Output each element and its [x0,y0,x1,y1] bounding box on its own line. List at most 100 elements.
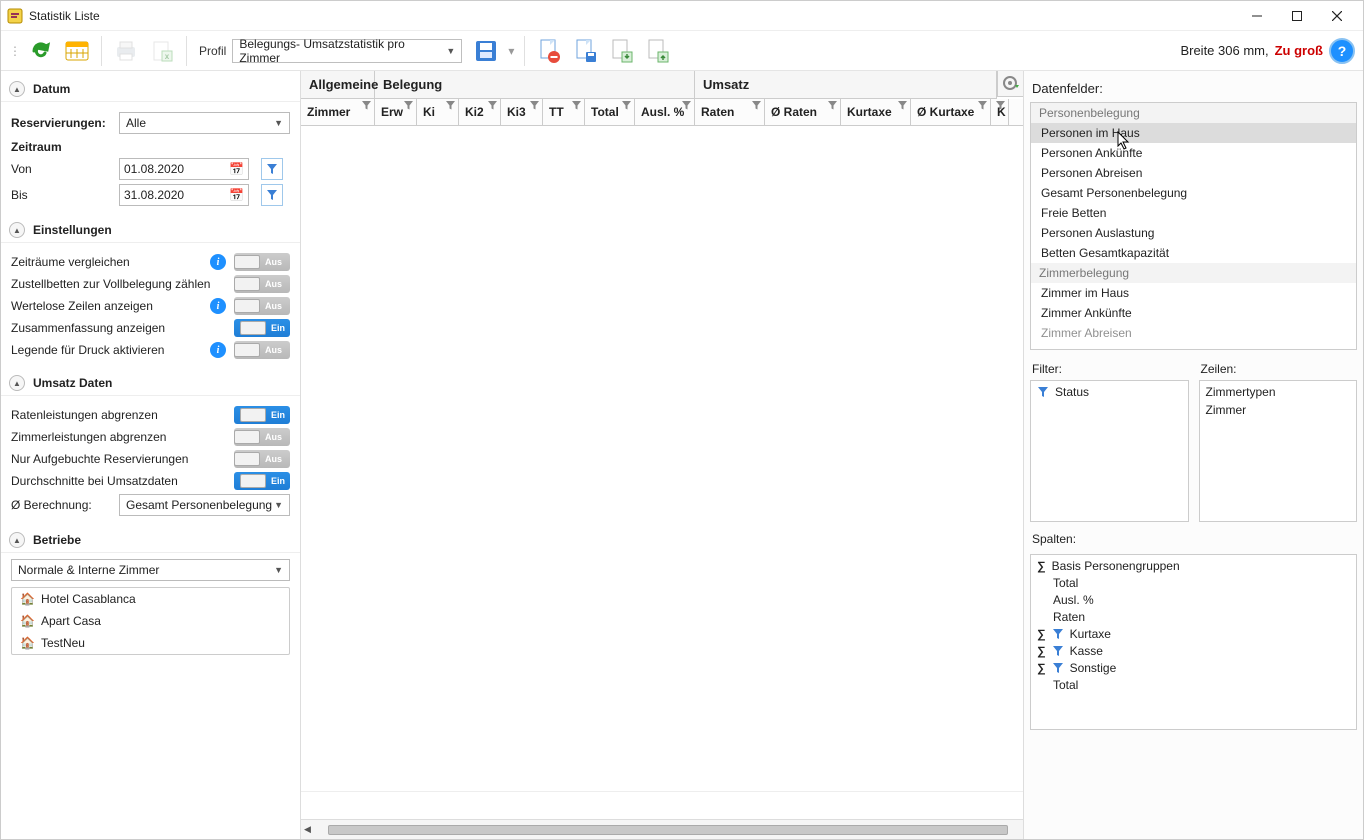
bis-filter-button[interactable] [261,184,283,206]
toggle-durch[interactable]: Ein [234,472,290,490]
list-item[interactable]: Zimmer Abreisen [1031,323,1356,343]
zeilen-box[interactable]: Zimmertypen Zimmer [1199,380,1358,522]
spalten-item[interactable]: Total [1037,576,1350,590]
list-item[interactable]: Gesamt Personenbelegung [1031,183,1356,203]
profile-label: Profil [199,44,226,58]
nullber-select[interactable]: Gesamt Personenbelegung▼ [119,494,290,516]
collapse-button[interactable]: ▲ [9,375,25,391]
company-item[interactable]: 🏠TestNeu [12,632,289,654]
toggle-zimmerleist[interactable]: Aus [234,428,290,446]
refresh-button[interactable] [25,35,57,67]
collapse-button[interactable]: ▲ [9,81,25,97]
list-item[interactable]: Zimmertypen [1206,385,1351,399]
column-header[interactable]: Total [585,99,635,125]
maximize-button[interactable] [1277,3,1317,29]
collapse-button[interactable]: ▲ [9,532,25,548]
column-header[interactable]: Ki [417,99,459,125]
von-input[interactable]: 01.08.2020📅 [119,158,249,180]
datenfelder-label: Datenfelder: [1030,77,1357,102]
spalten-item[interactable]: ∑Basis Personengruppen [1037,559,1350,573]
chevron-down-icon: ▼ [446,46,455,56]
bis-label: Bis [11,188,111,202]
filter-box[interactable]: Status [1030,380,1189,522]
page-save-button[interactable] [569,35,601,67]
company-item[interactable]: 🏠Apart Casa [12,610,289,632]
von-filter-button[interactable] [261,158,283,180]
list-item[interactable]: Betten Gesamtkapazität [1031,243,1356,263]
info-icon[interactable]: i [210,254,226,270]
page-import-button[interactable] [605,35,637,67]
column-header[interactable]: Ki2 [459,99,501,125]
toggle-zusammen[interactable]: Ein [234,319,290,337]
toggle-zustell[interactable]: Aus [234,275,290,293]
setting-label: Zimmerleistungen abgrenzen [11,430,226,444]
column-header[interactable]: Ø Raten [765,99,841,125]
list-item[interactable]: Personen Auslastung [1031,223,1356,243]
page-export-button[interactable] [641,35,673,67]
toggle-raten[interactable]: Ein [234,406,290,424]
nullber-label: Ø Berechnung: [11,498,111,512]
column-header[interactable]: K [991,99,1009,125]
list-item[interactable]: Personen Ankünfte [1031,143,1356,163]
calendar-button[interactable] [61,35,93,67]
column-header[interactable]: TT [543,99,585,125]
save-profile-button[interactable] [470,35,502,67]
toggle-legende[interactable]: Aus [234,341,290,359]
profile-select[interactable]: Belegungs- Umsatzstatistik pro Zimmer ▼ [232,39,462,63]
grid-body[interactable] [301,126,1023,791]
info-icon[interactable]: i [210,298,226,314]
page-delete-button[interactable] [533,35,565,67]
spalten-item[interactable]: ∑Kurtaxe [1037,627,1350,641]
list-item[interactable]: Zimmer im Haus [1031,283,1356,303]
help-button[interactable]: ? [1329,38,1355,64]
collapse-button[interactable]: ▲ [9,222,25,238]
column-header[interactable]: Ausl. % [635,99,695,125]
setting-label: Zeiträume vergleichen [11,255,202,269]
scroll-thumb[interactable] [328,825,1008,835]
spalten-item[interactable]: ∑Kasse [1037,644,1350,658]
toggle-wertlose[interactable]: Aus [234,297,290,315]
funnel-icon [996,101,1005,110]
spalten-item[interactable]: Total [1037,678,1350,692]
close-button[interactable] [1317,3,1357,29]
column-header[interactable]: Ø Kurtaxe [911,99,991,125]
funnel-icon [978,101,987,110]
list-item[interactable]: Freie Betten [1031,203,1356,223]
column-header[interactable]: Kurtaxe [841,99,911,125]
group-belegung[interactable]: Belegung [375,71,695,98]
funnel-icon [682,101,691,110]
list-item[interactable]: Personen Abreisen [1031,163,1356,183]
toggle-zeitraeume[interactable]: Aus [234,253,290,271]
column-header[interactable]: Erw [375,99,417,125]
profile-value: Belegungs- Umsatzstatistik pro Zimmer [239,37,446,65]
minimize-button[interactable] [1237,3,1277,29]
funnel-icon [488,101,497,110]
group-allgemeine[interactable]: Allgemeine [301,71,375,98]
column-header[interactable]: Raten [695,99,765,125]
datenfelder-list[interactable]: Personenbelegung Personen im Haus Person… [1030,102,1357,350]
column-header[interactable]: Zimmer [301,99,375,125]
toggle-nurauf[interactable]: Aus [234,450,290,468]
spalten-item[interactable]: ∑Sonstige [1037,661,1350,675]
funnel-icon [530,101,539,110]
betriebe-select[interactable]: Normale & Interne Zimmer▼ [11,559,290,581]
horizontal-scrollbar[interactable]: ◀ [301,819,1023,839]
spalten-box[interactable]: ∑Basis Personengruppen Total Ausl. % Raten ∑… [1030,554,1357,730]
window-title: Statistik Liste [29,9,100,23]
info-icon[interactable]: i [210,342,226,358]
spalten-item[interactable]: Raten [1037,610,1350,624]
house-icon: 🏠 [20,636,35,650]
export-button[interactable]: x [146,35,178,67]
bis-input[interactable]: 31.08.2020📅 [119,184,249,206]
column-config-button[interactable] [997,71,1023,97]
list-item[interactable]: Zimmer [1206,403,1351,417]
list-item[interactable]: Personen im Haus [1031,123,1356,143]
spalten-item[interactable]: Ausl. % [1037,593,1350,607]
list-item[interactable]: Zimmer Ankünfte [1031,303,1356,323]
reserv-select[interactable]: Alle▼ [119,112,290,134]
column-header[interactable]: Ki3 [501,99,543,125]
print-button[interactable] [110,35,142,67]
group-umsatz[interactable]: Umsatz [695,71,997,98]
company-item[interactable]: 🏠Hotel Casablanca [12,588,289,610]
funnel-icon [898,101,907,110]
